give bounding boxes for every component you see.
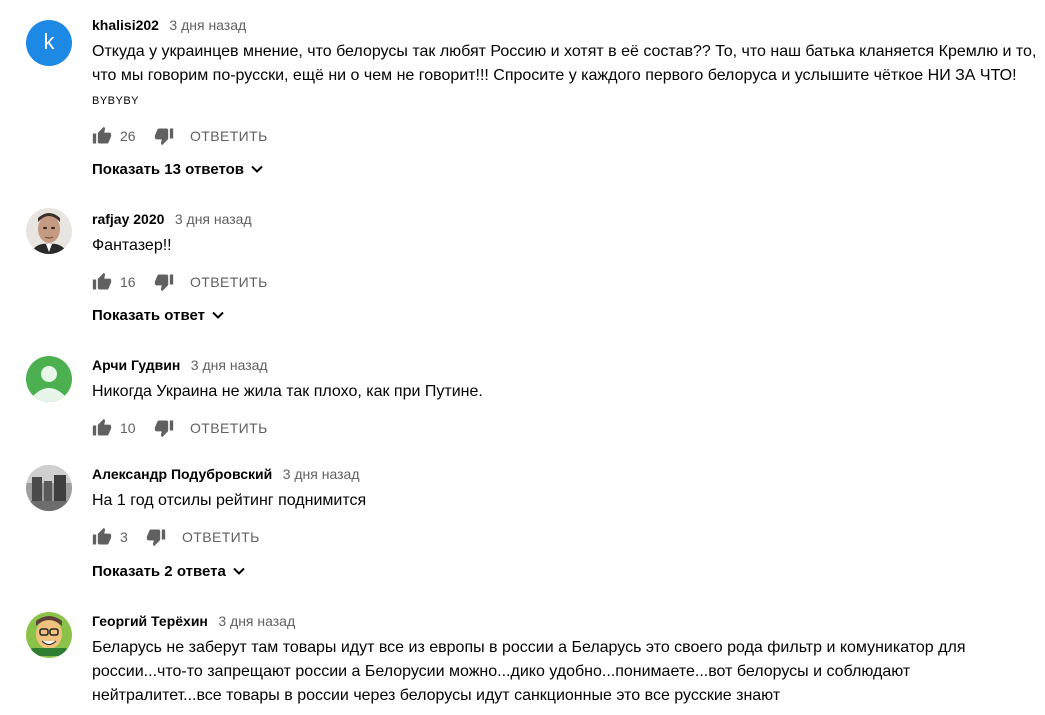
chevron-down-icon <box>250 162 264 176</box>
show-replies-button[interactable]: Показать ответ <box>92 303 225 327</box>
comment-text: Никогда Украина не жила так плохо, как п… <box>92 383 483 400</box>
reply-button[interactable]: ОТВЕТИТЬ <box>190 420 268 436</box>
show-replies-label: Показать ответ <box>92 306 205 324</box>
comment-timestamp[interactable]: 3 дня назад <box>169 17 246 33</box>
comment-body: Георгий Терёхин 3 дня назад Беларусь не … <box>92 610 1042 708</box>
reply-button[interactable]: ОТВЕТИТЬ <box>190 274 268 290</box>
comment-author[interactable]: Георгий Терёхин <box>92 613 208 629</box>
comment-actions: 3 ОТВЕТИТЬ <box>92 525 260 549</box>
thumbs-up-icon[interactable] <box>92 272 112 292</box>
comment-text: Откуда у украинцев мнение, что белорусы … <box>92 40 1042 113</box>
thumbs-down-icon[interactable] <box>154 272 174 292</box>
comment-author[interactable]: khalisi202 <box>92 17 159 33</box>
comment-timestamp[interactable]: 3 дня назад <box>175 211 252 227</box>
reply-button[interactable]: ОТВЕТИТЬ <box>190 128 268 144</box>
chevron-down-icon <box>211 308 225 322</box>
reply-button[interactable]: ОТВЕТИТЬ <box>182 529 260 545</box>
comment-actions: 10 ОТВЕТИТЬ <box>92 416 268 440</box>
avatar[interactable]: k <box>26 20 72 66</box>
avatar[interactable] <box>26 465 72 511</box>
comment-actions: 26 ОТВЕТИТЬ <box>92 124 268 148</box>
avatar[interactable] <box>26 612 72 658</box>
comment-timestamp[interactable]: 3 дня назад <box>218 613 295 629</box>
like-count: 10 <box>120 420 136 436</box>
thumbs-down-icon[interactable] <box>154 418 174 438</box>
comment-body: khalisi202 3 дня назад Откуда у украинце… <box>92 14 1042 113</box>
thumbs-down-icon[interactable] <box>146 527 166 547</box>
thumbs-up-icon[interactable] <box>92 126 112 146</box>
comment-body: Арчи Гудвин 3 дня назад Никогда Украина … <box>92 354 1042 404</box>
show-replies-label: Показать 2 ответа <box>92 562 226 580</box>
avatar-letter: k <box>43 29 55 54</box>
thumbs-down-icon[interactable] <box>154 126 174 146</box>
show-replies-button[interactable]: Показать 2 ответа <box>92 559 246 583</box>
comment-author[interactable]: Арчи Гудвин <box>92 357 180 373</box>
comment-author[interactable]: Александр Подубровский <box>92 466 272 482</box>
comment-body: Александр Подубровский 3 дня назад На 1 … <box>92 463 1042 513</box>
comment-text: Фантазер!! <box>92 237 172 254</box>
comment-text: На 1 год отсилы рейтинг поднимится <box>92 492 367 509</box>
comment-text: Беларусь не заберут там товары идут все … <box>92 639 966 704</box>
avatar[interactable] <box>26 356 72 402</box>
thumbs-up-icon[interactable] <box>92 418 112 438</box>
comment-body: rafjay 2020 3 дня назад Фантазер!! <box>92 208 1042 258</box>
comment-text-main: Откуда у украинцев мнение, что белорусы … <box>92 43 1037 84</box>
avatar[interactable] <box>26 208 72 254</box>
like-count: 16 <box>120 274 136 290</box>
show-replies-button[interactable]: Показать 13 ответов <box>92 157 264 181</box>
comment-timestamp[interactable]: 3 дня назад <box>191 357 268 373</box>
comment-actions: 16 ОТВЕТИТЬ <box>92 270 268 294</box>
chevron-down-icon <box>232 564 246 578</box>
like-count: 3 <box>120 529 128 545</box>
comment-author[interactable]: rafjay 2020 <box>92 211 164 227</box>
comment-text-small: BYBYBY <box>92 95 140 107</box>
thumbs-up-icon[interactable] <box>92 527 112 547</box>
like-count: 26 <box>120 128 136 144</box>
comment-timestamp[interactable]: 3 дня назад <box>283 466 360 482</box>
show-replies-label: Показать 13 ответов <box>92 160 244 178</box>
